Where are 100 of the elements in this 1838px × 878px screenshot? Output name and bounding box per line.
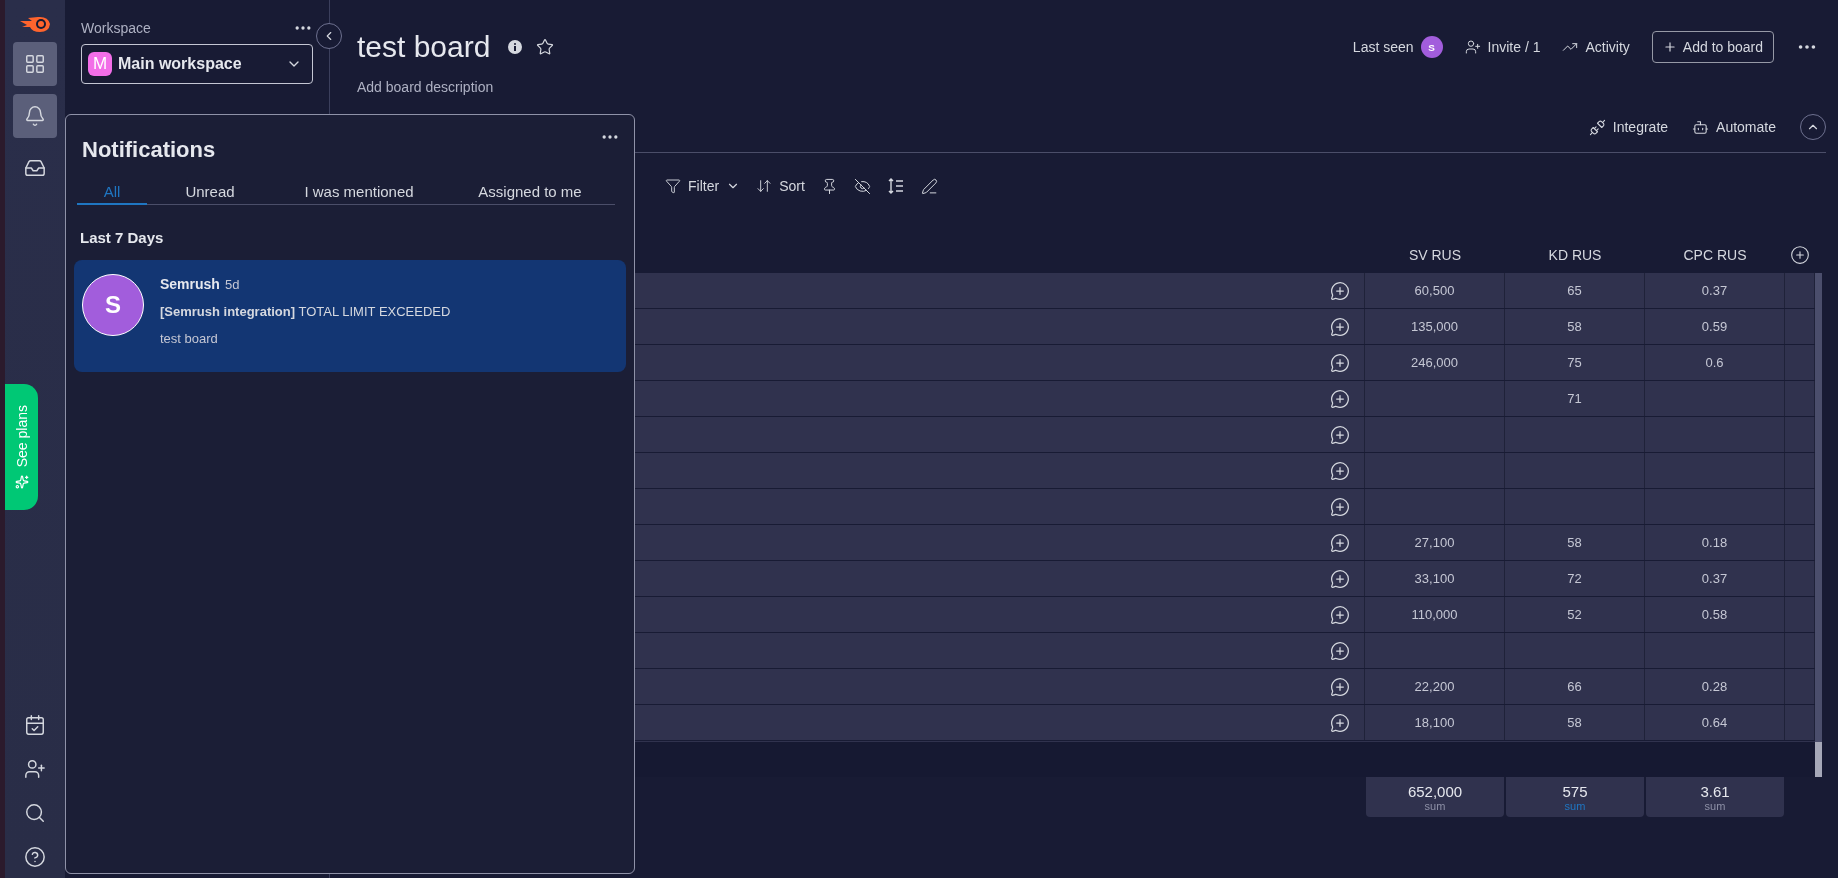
hide-icon[interactable]	[853, 177, 871, 195]
collapse-button[interactable]	[316, 23, 342, 49]
add-update-icon[interactable]	[1330, 388, 1350, 409]
add-update-icon[interactable]	[1330, 424, 1350, 445]
panel-title: Notifications	[82, 137, 216, 163]
table-cell: 65	[1505, 273, 1645, 308]
tab[interactable]: Assigned to me	[445, 179, 615, 205]
workspace-avatar: M	[88, 52, 112, 76]
table-cell: 58	[1505, 525, 1645, 560]
column-header[interactable]: KD RUS	[1505, 237, 1645, 273]
scrollbar[interactable]	[1815, 273, 1822, 777]
sum-label: sum	[1424, 799, 1446, 812]
info-icon[interactable]	[508, 40, 523, 54]
table-cell	[1785, 561, 1815, 596]
bell-button[interactable]	[13, 94, 57, 138]
board-name: test board	[160, 331, 219, 346]
add-update-icon[interactable]	[1330, 568, 1350, 589]
board-title: test board	[357, 29, 491, 65]
user-plus-icon[interactable]	[24, 758, 46, 780]
table-cell: 0.28	[1645, 669, 1785, 704]
table-cell: 0.58	[1645, 597, 1785, 632]
filter-button[interactable]: Filter	[665, 178, 741, 194]
column-header[interactable]: CPC RUS	[1645, 237, 1785, 273]
sender-name: Semrush	[160, 276, 220, 292]
sum-value: 575	[1562, 782, 1588, 800]
sum-label: sum	[1704, 799, 1726, 812]
activity-button[interactable]: Activity	[1562, 39, 1630, 55]
sort-button[interactable]: Sort	[756, 178, 805, 194]
add-update-icon[interactable]	[1330, 712, 1350, 733]
unplug-icon	[1588, 118, 1606, 136]
bell-icon	[24, 105, 46, 127]
add-update-icon[interactable]	[1330, 532, 1350, 553]
workspace-label: Workspace	[81, 20, 151, 36]
tab[interactable]: I was mentioned	[273, 179, 445, 205]
last-seen-label: Last seen	[1352, 39, 1414, 55]
sparkle-icon	[14, 475, 29, 490]
table-cell: 246,000	[1365, 345, 1505, 380]
table-cell: 0.18	[1645, 525, 1785, 560]
table-cell: 110,000	[1365, 597, 1505, 632]
table-cell	[1785, 705, 1815, 740]
table-cell	[1785, 381, 1815, 416]
table-cell: 60,500	[1365, 273, 1505, 308]
integrate-button[interactable]: Integrate	[1588, 118, 1669, 136]
user-avatar[interactable]: S	[1420, 36, 1443, 58]
plus-icon	[1662, 40, 1677, 54]
add-update-icon[interactable]	[1330, 640, 1350, 661]
add-update-icon[interactable]	[1330, 604, 1350, 625]
table-cell	[1785, 273, 1815, 308]
tab[interactable]: Unread	[147, 179, 273, 205]
add-update-icon[interactable]	[1330, 352, 1350, 373]
table-cell	[1785, 525, 1815, 560]
table-cell: 0.64	[1645, 705, 1785, 740]
add-update-icon[interactable]	[1330, 280, 1350, 301]
add-update-icon[interactable]	[1330, 460, 1350, 481]
add-column-icon[interactable]	[1790, 245, 1810, 265]
table-cell: 58	[1505, 705, 1645, 740]
inbox-icon	[24, 157, 46, 179]
add-to-board-button[interactable]: Add to board	[1651, 31, 1774, 63]
add-update-icon[interactable]	[1330, 496, 1350, 517]
table-cell: 22,200	[1365, 669, 1505, 704]
table-cell: 18,100	[1365, 705, 1505, 740]
funnel-icon	[665, 178, 681, 194]
add-update-icon[interactable]	[1330, 676, 1350, 697]
pen-icon[interactable]	[920, 177, 938, 195]
table-cell: 33,100	[1365, 561, 1505, 596]
table-cell: 27,100	[1365, 525, 1505, 560]
sort-arrows-icon	[756, 178, 773, 194]
table-cell: 52	[1505, 597, 1645, 632]
grid-button[interactable]	[13, 42, 57, 86]
notification-card[interactable]: S Semrush 5d [Semrush integration] TOTAL LIMIT EXCEEDED test board	[74, 260, 626, 372]
table-cell: 135,000	[1365, 309, 1505, 344]
sender-avatar: S	[82, 274, 144, 336]
table-cell	[1785, 309, 1815, 344]
board-description[interactable]: Add board description	[357, 79, 494, 95]
calendar-icon[interactable]	[24, 714, 46, 736]
add-update-icon[interactable]	[1330, 316, 1350, 337]
table-cell: 0.59	[1645, 309, 1785, 344]
table-cell: 72	[1505, 561, 1645, 596]
column-header[interactable]: SV RUS	[1365, 237, 1505, 273]
row-height-icon[interactable]	[886, 177, 905, 195]
table-cell: 71	[1505, 381, 1645, 416]
help-icon[interactable]	[24, 846, 46, 868]
robot-icon	[1692, 118, 1710, 136]
grid-icon	[24, 53, 46, 75]
table-cell	[1785, 669, 1815, 704]
automate-button[interactable]: Automate	[1692, 118, 1776, 136]
star-icon[interactable]	[536, 38, 555, 56]
workspace-select[interactable]: M Main workspace	[81, 44, 313, 84]
table-cell: 0.37	[1645, 561, 1785, 596]
table-cell: 75	[1505, 345, 1645, 380]
time-ago: 5d	[224, 277, 240, 292]
scrollbar-thumb[interactable]	[1815, 742, 1822, 777]
section-heading: Last 7 Days	[80, 229, 165, 246]
table-cell	[1785, 417, 1815, 452]
search-icon[interactable]	[24, 802, 46, 824]
sum-value: 3.61	[1700, 782, 1730, 800]
table-cell: 58	[1505, 309, 1645, 344]
table-cell: 0.6	[1645, 345, 1785, 380]
table-cell	[1785, 597, 1815, 632]
invite-button[interactable]: Invite / 1	[1464, 39, 1541, 55]
